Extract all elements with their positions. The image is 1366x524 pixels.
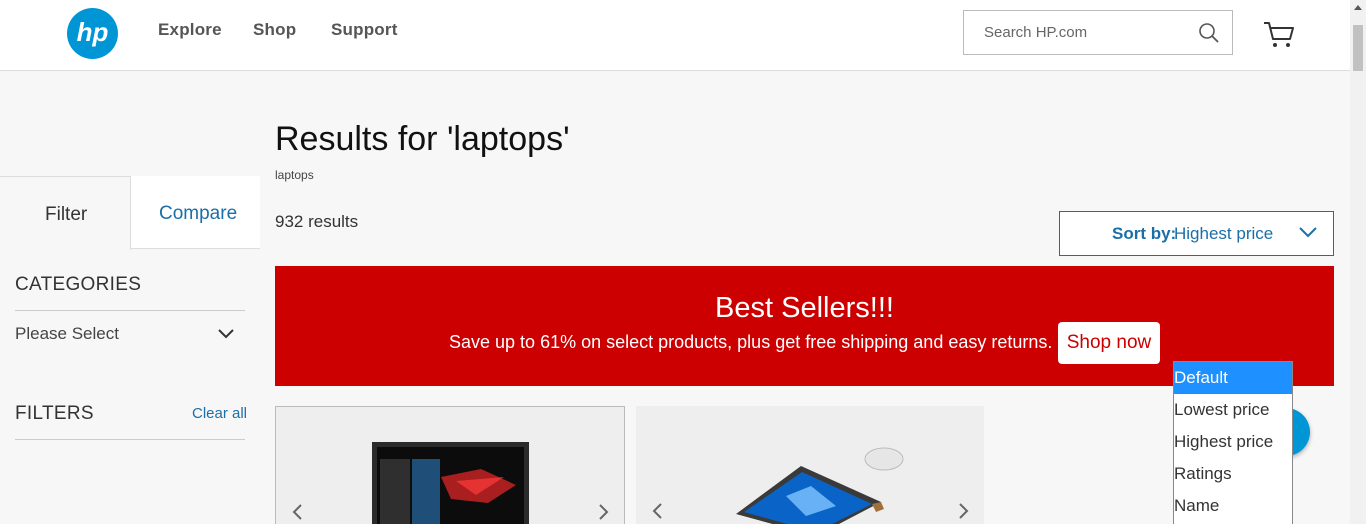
laptop-image [736,447,904,524]
sort-option-highest-price[interactable]: Highest price [1174,426,1292,458]
divider [15,439,245,440]
cart-icon[interactable] [1262,20,1296,50]
scrollbar-thumb[interactable] [1353,25,1363,71]
tab-filter-label: Filter [45,204,88,225]
nav-support[interactable]: Support [331,20,398,40]
categories-heading: CATEGORIES [15,274,142,295]
clear-all-link[interactable]: Clear all [192,405,247,422]
tab-compare-label: Compare [159,203,238,224]
site-header: hp Explore Shop Support [0,0,1350,71]
search-input[interactable] [965,12,1185,53]
hp-logo-icon: hp [77,17,109,47]
svg-text:hp: hp [77,17,109,47]
categories-select[interactable]: Please Select [15,324,245,348]
divider [15,310,245,311]
nav-explore[interactable]: Explore [158,20,222,40]
results-count: 932 results [275,212,359,231]
tab-filter[interactable]: Filter [0,176,131,250]
shop-now-button[interactable]: Shop now [1058,322,1160,364]
page-scrollbar[interactable] [1350,0,1366,524]
search-term: laptops [275,168,314,182]
nav-shop[interactable]: Shop [253,20,296,40]
sort-option-name[interactable]: Name [1174,490,1292,522]
chevron-left-icon[interactable] [652,503,662,519]
hp-logo[interactable]: hp [67,8,118,59]
product-card[interactable] [636,406,984,524]
sort-label: Sort by: [1112,224,1177,243]
sort-option-ratings[interactable]: Ratings [1174,458,1292,490]
chevron-down-icon [1299,227,1317,238]
product-card[interactable] [275,406,625,524]
laptop-image [372,442,529,524]
tab-compare[interactable]: Compare [131,176,260,249]
sort-select[interactable]: Sort by: Highest price [1059,211,1334,256]
sort-option-default[interactable]: Default [1174,362,1292,394]
banner-text: Save up to 61% on select products, plus … [449,332,1053,352]
categories-select-value: Please Select [15,324,119,343]
sort-dropdown-list: Default Lowest price Highest price Ratin… [1173,361,1293,524]
sort-value: Highest price [1174,224,1274,243]
page-title: Results for 'laptops' [275,120,570,158]
chevron-left-icon[interactable] [292,504,302,520]
chevron-right-icon[interactable] [599,504,609,520]
chevron-down-icon [218,329,234,339]
banner-title: Best Sellers!!! [715,292,894,324]
search-box [963,10,1233,55]
sort-option-lowest-price[interactable]: Lowest price [1174,394,1292,426]
search-icon[interactable] [1198,22,1220,44]
scroll-up-arrow-icon[interactable] [1354,5,1362,10]
chevron-right-icon[interactable] [959,503,969,519]
filters-heading: FILTERS [15,403,94,424]
